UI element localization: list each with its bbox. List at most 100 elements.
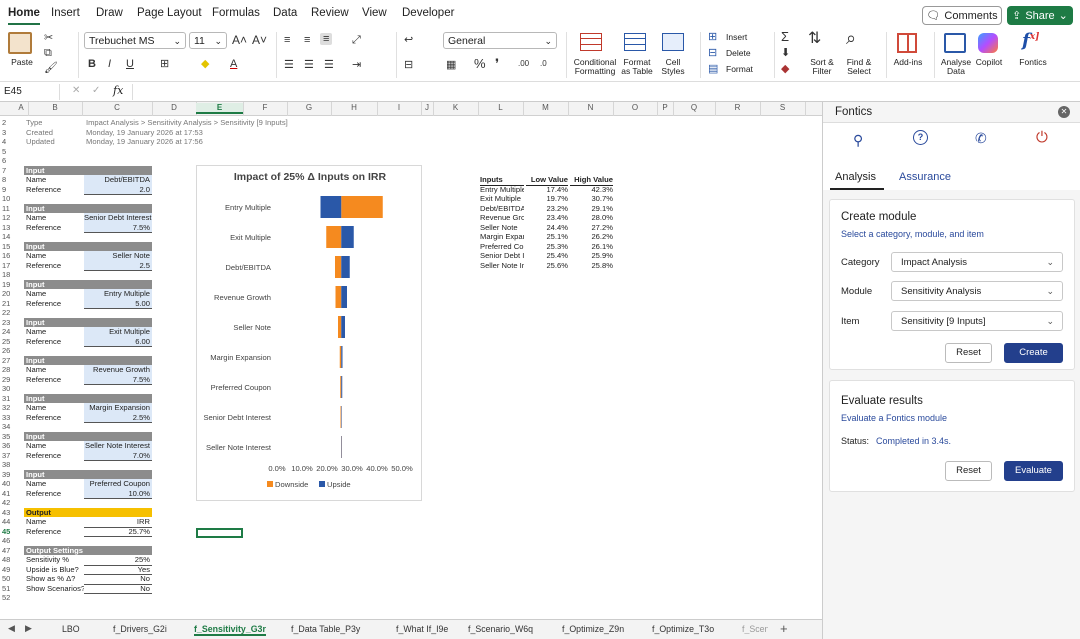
format-cells-button[interactable]: Format: [726, 65, 753, 74]
reference-value[interactable]: 7.0%: [84, 450, 152, 461]
evaluate-button[interactable]: Evaluate: [1004, 461, 1063, 481]
sheet-tab[interactable]: f_What If_I9e: [396, 624, 448, 634]
font-color-icon[interactable]: A: [230, 58, 237, 70]
align-right-icon[interactable]: ☰: [324, 59, 334, 71]
sheet-tab-active[interactable]: f_Sensitivity_G3r: [194, 624, 266, 636]
power-icon[interactable]: ⏻: [1036, 129, 1048, 146]
help-icon[interactable]: ?: [913, 130, 928, 145]
decrease-decimal-button[interactable]: .0: [540, 58, 547, 70]
delete-cells-button[interactable]: Delete: [726, 49, 751, 58]
tab-assurance[interactable]: Assurance: [899, 171, 951, 183]
row-header[interactable]: 19: [0, 280, 14, 290]
indent-icon[interactable]: ⇥: [352, 59, 361, 71]
borders-icon[interactable]: ⊞: [160, 58, 169, 70]
sheet-tab[interactable]: f_Scen: [742, 624, 768, 634]
column-header[interactable]: B: [28, 103, 82, 112]
tab-home[interactable]: Home: [8, 7, 40, 25]
row-header[interactable]: 38: [0, 460, 14, 470]
currency-icon[interactable]: ▦: [446, 59, 456, 71]
item-select[interactable]: Sensitivity [9 Inputs] ⌄: [891, 311, 1063, 331]
align-top-icon[interactable]: ≡: [284, 34, 290, 46]
selected-cell[interactable]: [196, 528, 243, 538]
delete-cells-icon[interactable]: ⊟: [708, 47, 717, 59]
row-header[interactable]: 32: [0, 403, 14, 413]
sheet-tab[interactable]: f_Optimize_T3o: [652, 624, 714, 634]
prev-sheet-icon[interactable]: ◀: [8, 623, 15, 634]
percent-button[interactable]: %: [474, 57, 486, 70]
merge-icon[interactable]: ⊟: [404, 59, 413, 71]
conditional-formatting-icon[interactable]: [580, 33, 602, 51]
phone-icon[interactable]: ✆: [975, 130, 987, 147]
row-header[interactable]: 48: [0, 555, 14, 565]
row-header[interactable]: 6: [0, 156, 14, 166]
row-header[interactable]: 43: [0, 508, 14, 518]
tab-review[interactable]: Review: [311, 7, 349, 19]
row-header[interactable]: 14: [0, 232, 14, 242]
tornado-chart[interactable]: Impact of 25% Δ Inputs on IRR Entry Mult…: [196, 165, 422, 501]
fill-color-icon[interactable]: ◆: [201, 58, 209, 70]
row-header[interactable]: 39: [0, 470, 14, 480]
name-box[interactable]: E45: [0, 84, 60, 100]
row-header[interactable]: 46: [0, 536, 14, 546]
increase-decimal-button[interactable]: .00: [518, 58, 529, 70]
column-header[interactable]: P: [657, 103, 673, 112]
increase-font-icon[interactable]: A˄: [232, 34, 247, 46]
sort-filter-icon[interactable]: ⇅: [808, 31, 821, 47]
reset-button[interactable]: Reset: [945, 461, 992, 481]
row-header[interactable]: 26: [0, 346, 14, 356]
sheet-tab[interactable]: f_Optimize_Z9n: [562, 624, 624, 634]
row-header[interactable]: 2: [0, 118, 14, 128]
underline-button[interactable]: U: [126, 58, 134, 70]
close-icon[interactable]: ✕: [1058, 106, 1070, 118]
analyse-data-icon[interactable]: [944, 33, 966, 53]
row-header[interactable]: 41: [0, 489, 14, 499]
bold-button[interactable]: B: [88, 58, 96, 70]
tab-draw[interactable]: Draw: [96, 7, 123, 19]
row-header[interactable]: 10: [0, 194, 14, 204]
row-header[interactable]: 11: [0, 204, 14, 214]
row-header[interactable]: 47: [0, 546, 14, 556]
tab-analysis[interactable]: Analysis: [835, 171, 876, 183]
tab-formulas[interactable]: Formulas: [212, 7, 260, 19]
reference-value[interactable]: 5.00: [84, 298, 152, 309]
row-header[interactable]: 17: [0, 261, 14, 271]
reference-value[interactable]: 2.5%: [84, 412, 152, 423]
row-header[interactable]: 27: [0, 356, 14, 366]
row-header[interactable]: 45: [0, 527, 14, 537]
tab-view[interactable]: View: [362, 7, 387, 19]
format-as-table-icon[interactable]: [624, 33, 646, 51]
column-header[interactable]: K: [433, 103, 478, 112]
fontics-icon[interactable]: fx]: [1022, 31, 1039, 50]
share-button[interactable]: ⇪ Share ⌄: [1007, 6, 1073, 25]
sheet-tab[interactable]: f_Data Table_P3y: [291, 624, 360, 634]
copy-icon[interactable]: ⧉: [44, 47, 52, 59]
italic-button[interactable]: I: [108, 58, 111, 70]
module-select[interactable]: Sensitivity Analysis ⌄: [891, 281, 1063, 301]
column-header[interactable]: M: [523, 103, 568, 112]
add-ins-icon[interactable]: [897, 33, 917, 53]
sheet-tab[interactable]: f_Drivers_G2i: [113, 624, 167, 634]
column-header[interactable]: E: [196, 103, 243, 114]
column-header[interactable]: R: [715, 103, 760, 112]
row-header[interactable]: 31: [0, 394, 14, 404]
row-header[interactable]: 18: [0, 270, 14, 280]
comments-button[interactable]: 🗨 Comments: [922, 6, 1002, 25]
next-sheet-icon[interactable]: ▶: [25, 623, 32, 634]
row-header[interactable]: 34: [0, 422, 14, 432]
copilot-icon[interactable]: [978, 33, 998, 53]
reference-value[interactable]: 7.5%: [84, 222, 152, 233]
row-header[interactable]: 25: [0, 337, 14, 347]
clear-icon[interactable]: ◆: [781, 63, 789, 75]
row-header[interactable]: 52: [0, 593, 14, 603]
confirm-icon[interactable]: ✓: [92, 85, 100, 96]
row-header[interactable]: 3: [0, 128, 14, 138]
tab-developer[interactable]: Developer: [402, 7, 454, 19]
column-header[interactable]: H: [331, 103, 377, 112]
row-header[interactable]: 5: [0, 147, 14, 157]
row-header[interactable]: 22: [0, 308, 14, 318]
row-header[interactable]: 12: [0, 213, 14, 223]
comma-button[interactable]: ❜: [495, 57, 499, 70]
column-header[interactable]: C: [82, 103, 152, 112]
format-cells-icon[interactable]: ▤: [708, 63, 718, 75]
add-sheet-icon[interactable]: +: [780, 621, 788, 636]
